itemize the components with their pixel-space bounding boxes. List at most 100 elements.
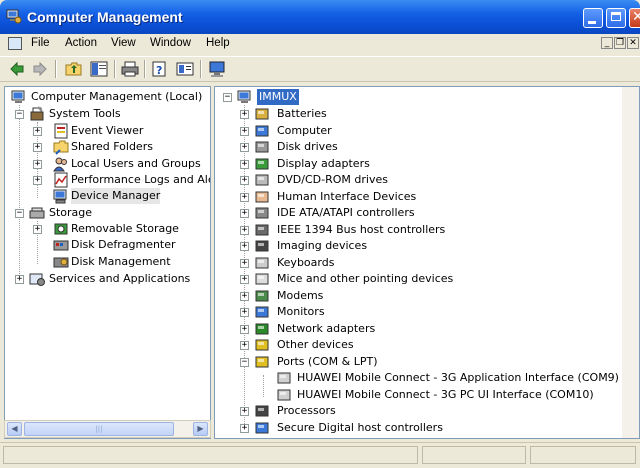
disk-drives-icon bbox=[255, 141, 269, 153]
tree-label: Human Interface Devices bbox=[277, 189, 417, 203]
computer-management-window: Computer Management ✕ File Action View W… bbox=[0, 0, 640, 468]
menu-window[interactable]: Window bbox=[150, 37, 191, 49]
expand-icon[interactable]: + bbox=[240, 110, 249, 119]
tree-label: HUAWEI Mobile Connect - 3G Application I… bbox=[297, 371, 619, 384]
tree-label: Disk drives bbox=[277, 140, 338, 153]
expand-icon[interactable]: + bbox=[33, 225, 42, 234]
mdi-minimize-button[interactable]: _ bbox=[601, 37, 613, 49]
menu-help[interactable]: Help bbox=[206, 37, 230, 49]
mdi-restore-button[interactable]: ❐ bbox=[614, 37, 626, 49]
expand-icon[interactable]: + bbox=[240, 258, 249, 268]
disk-defragmenter-icon bbox=[53, 240, 69, 251]
expand-icon[interactable]: + bbox=[33, 160, 42, 169]
expand-icon[interactable]: + bbox=[240, 423, 249, 433]
ide-ata-icon bbox=[255, 207, 269, 219]
disk-management-icon bbox=[53, 257, 69, 268]
expand-icon[interactable]: + bbox=[240, 291, 249, 301]
expand-icon[interactable]: + bbox=[240, 308, 249, 317]
vertical-scrollbar[interactable] bbox=[622, 87, 639, 438]
mice-icon bbox=[255, 273, 269, 285]
expand-icon[interactable]: + bbox=[240, 324, 249, 334]
tree-label: Secure Digital host controllers bbox=[277, 420, 443, 434]
event-viewer-icon bbox=[54, 123, 68, 139]
port-connector-icon bbox=[277, 389, 291, 400]
tree-label: Monitors bbox=[277, 305, 325, 318]
window-title: Computer Management bbox=[27, 9, 183, 25]
computer-management-icon bbox=[6, 9, 22, 24]
tree-line bbox=[263, 375, 264, 397]
toolbar-separator bbox=[55, 60, 57, 78]
keyboards-icon bbox=[255, 257, 269, 268]
imaging-icon bbox=[255, 240, 269, 252]
close-icon: ✕ bbox=[632, 9, 640, 25]
back-arrow-icon[interactable] bbox=[8, 60, 26, 78]
forward-arrow-icon[interactable] bbox=[31, 60, 49, 78]
tree-label: IEEE 1394 Bus host controllers bbox=[277, 222, 446, 236]
title-bar[interactable]: Computer Management ✕ bbox=[0, 0, 640, 34]
scroll-right-icon[interactable]: ▶ bbox=[193, 422, 208, 436]
collapse-icon[interactable]: − bbox=[15, 209, 24, 218]
services-applications-icon bbox=[29, 273, 45, 286]
collapse-icon[interactable]: − bbox=[240, 357, 249, 367]
users-icon bbox=[53, 157, 67, 172]
close-button[interactable]: ✕ bbox=[629, 8, 640, 28]
device-manager-icon bbox=[53, 189, 67, 204]
menu-view[interactable]: View bbox=[111, 37, 136, 49]
computer-icon bbox=[255, 125, 269, 136]
scroll-thumb[interactable]: ||| bbox=[24, 422, 174, 436]
horizontal-scrollbar[interactable]: ◀ ||| ▶ bbox=[4, 420, 211, 438]
collapse-icon[interactable]: − bbox=[15, 110, 24, 119]
menu-action[interactable]: Action bbox=[65, 37, 97, 49]
expand-icon[interactable]: + bbox=[240, 341, 249, 350]
expand-icon[interactable]: + bbox=[240, 192, 249, 202]
scan-hardware-icon[interactable] bbox=[208, 60, 226, 78]
maximize-button[interactable] bbox=[606, 8, 626, 28]
print-icon[interactable] bbox=[121, 60, 139, 78]
tree-label: Keyboards bbox=[277, 255, 335, 269]
tree-label: Local Users and Groups bbox=[71, 157, 201, 170]
tree-label: Event Viewer bbox=[71, 124, 144, 137]
status-cell bbox=[530, 446, 636, 464]
tree-label: Shared Folders bbox=[71, 140, 153, 153]
tree-label: Processors bbox=[277, 404, 336, 417]
system-menu-icon[interactable] bbox=[8, 37, 22, 50]
menu-bar: File Action View Window Help bbox=[0, 34, 640, 54]
expand-icon[interactable]: + bbox=[33, 127, 42, 136]
tree-label: Other devices bbox=[277, 338, 354, 351]
removable-storage-icon bbox=[54, 223, 68, 235]
tree-label: Imaging devices bbox=[277, 239, 368, 252]
minimize-button[interactable] bbox=[583, 8, 603, 28]
tree-label: DVD/CD-ROM drives bbox=[277, 173, 388, 186]
tree-label: Disk Defragmenter bbox=[71, 238, 176, 251]
menu-file[interactable]: File bbox=[31, 37, 50, 49]
scroll-left-icon[interactable]: ◀ bbox=[7, 422, 22, 436]
show-hide-tree-icon[interactable] bbox=[90, 60, 108, 78]
computer-management-icon bbox=[11, 90, 25, 103]
toolbar: ? bbox=[0, 56, 640, 82]
expand-icon[interactable]: + bbox=[240, 275, 249, 284]
expand-icon[interactable]: + bbox=[240, 225, 249, 235]
expand-icon[interactable]: + bbox=[15, 275, 24, 284]
processor-icon bbox=[255, 405, 269, 417]
expand-icon[interactable]: + bbox=[240, 242, 249, 251]
expand-icon[interactable]: + bbox=[240, 126, 249, 136]
expand-icon[interactable]: + bbox=[240, 176, 249, 185]
expand-icon[interactable]: + bbox=[33, 143, 42, 152]
expand-icon[interactable]: + bbox=[240, 209, 249, 218]
expand-icon[interactable]: + bbox=[33, 176, 42, 185]
expand-icon[interactable]: + bbox=[240, 143, 249, 152]
tree-label: Disk Management bbox=[71, 255, 171, 268]
device-list-pane[interactable]: − IMMUX + Batteries + Computer + Disk drives +… bbox=[214, 86, 640, 439]
up-folder-icon[interactable] bbox=[65, 60, 83, 78]
expand-icon[interactable]: + bbox=[240, 407, 249, 416]
properties-icon[interactable]: ? bbox=[151, 60, 169, 78]
mdi-close-button[interactable]: ✕ bbox=[627, 37, 639, 49]
tree-line bbox=[19, 105, 20, 280]
collapse-icon[interactable]: − bbox=[223, 93, 232, 102]
sd-host-icon bbox=[255, 422, 269, 433]
expand-icon[interactable]: + bbox=[240, 159, 249, 169]
console-tree-pane[interactable]: Computer Management (Local) − System Too… bbox=[4, 86, 211, 439]
toolbar-separator bbox=[114, 60, 116, 78]
svg-text:?: ? bbox=[156, 64, 162, 77]
help-icon[interactable] bbox=[176, 60, 194, 78]
